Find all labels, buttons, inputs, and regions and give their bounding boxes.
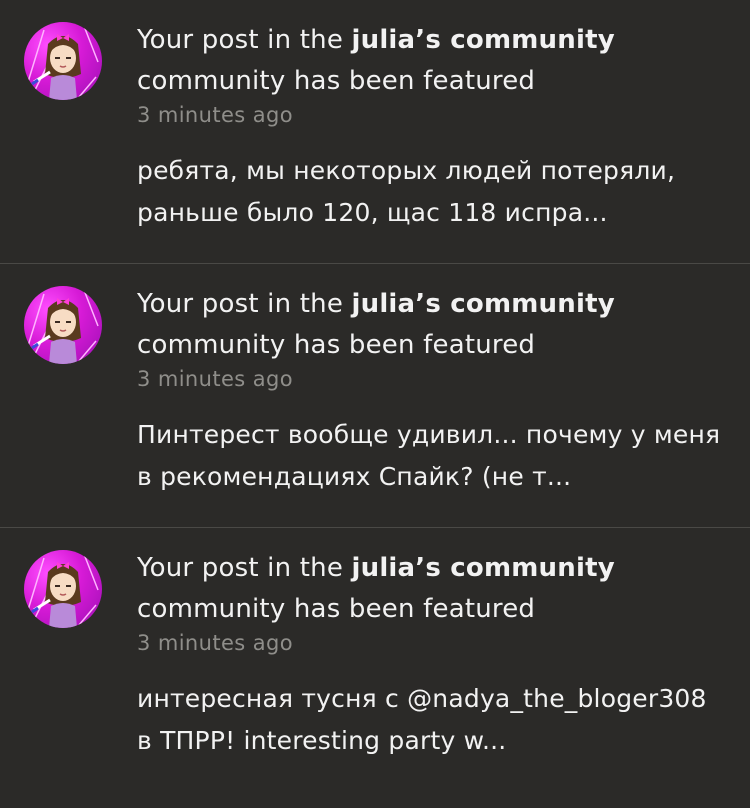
headline-suffix: community has been featured [137,594,536,624]
headline-suffix: community has been featured [137,330,536,360]
notification-item[interactable]: Your post in the julia’s community commu… [0,264,750,528]
post-preview[interactable]: интересная тусня с @nadya_the_bloger308 … [137,678,727,762]
user-avatar[interactable] [24,22,102,100]
avatar-drawing-icon [27,553,99,628]
notification-timestamp: 3 minutes ago [137,103,293,127]
notification-timestamp: 3 minutes ago [137,367,293,391]
headline-suffix: community has been featured [137,66,536,96]
community-name[interactable]: julia’s community [352,553,615,583]
notification-item[interactable]: Your post in the julia’s community commu… [0,528,750,792]
notification-headline: Your post in the julia’s community commu… [137,284,677,366]
headline-prefix: Your post in the [137,553,352,583]
headline-prefix: Your post in the [137,25,352,55]
community-name[interactable]: julia’s community [352,25,615,55]
notification-timestamp: 3 minutes ago [137,631,293,655]
user-avatar[interactable] [24,286,102,364]
avatar-drawing-icon [27,25,99,100]
user-avatar[interactable] [24,550,102,628]
post-preview[interactable]: ребята, мы некоторых людей потеряли, ран… [137,150,727,234]
avatar-drawing-icon [27,289,99,364]
notification-headline: Your post in the julia’s community commu… [137,20,677,102]
notification-headline: Your post in the julia’s community commu… [137,548,677,630]
notification-feed: Your post in the julia’s community commu… [0,0,750,808]
post-preview[interactable]: Пинтерест вообще удивил... почему у меня… [137,414,727,498]
headline-prefix: Your post in the [137,289,352,319]
notification-item[interactable]: Your post in the julia’s community commu… [0,0,750,264]
community-name[interactable]: julia’s community [352,289,615,319]
